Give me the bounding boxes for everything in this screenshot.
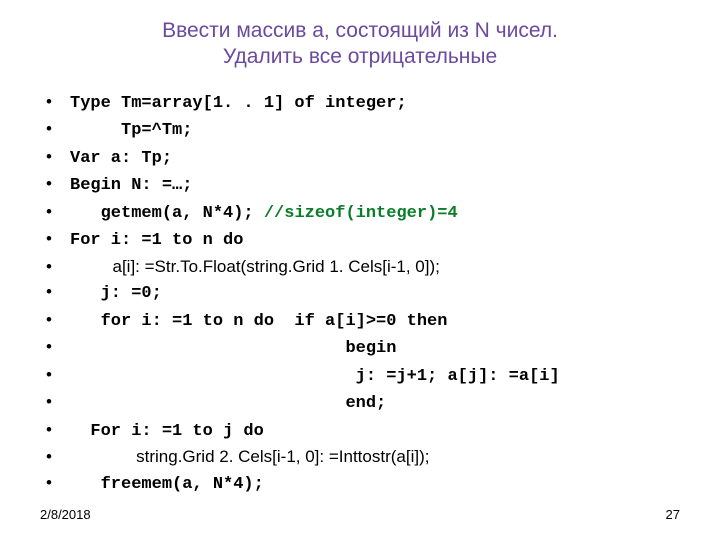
code-line: a[i]: =Str.To.Float(string.Grid 1. Cels[… [46, 254, 680, 280]
code-text: For i: =1 to j do [70, 422, 264, 441]
title-line-1: Ввести массив а, состоящий из N чисел. [162, 19, 558, 42]
code-line: Begin N: =…; [46, 171, 680, 199]
code-text: Type Tm=array[1. . 1] of integer; [70, 94, 407, 113]
slide-footer: 2/8/2018 27 [40, 507, 680, 522]
code-line: end; [46, 389, 680, 417]
code-comment: //sizeof(integer)=4 [264, 204, 458, 223]
code-line: begin [46, 334, 680, 362]
code-line: Type Tm=array[1. . 1] of integer; [46, 89, 680, 117]
code-text: begin [70, 339, 396, 358]
slide-title: Ввести массив а, состоящий из N чисел. У… [40, 18, 680, 71]
code-text: getmem(a, N*4); [70, 204, 264, 223]
title-line-2: Удалить все отрицательные [223, 45, 497, 68]
code-text: for i: =1 to n do if a[i]>=0 then [70, 312, 447, 331]
code-text: Tp=^Tm; [70, 121, 192, 140]
code-line: For i: =1 to n do [46, 226, 680, 254]
code-block: Type Tm=array[1. . 1] of integer; Tp=^Tm… [40, 89, 680, 498]
code-line: For i: =1 to j do [46, 417, 680, 445]
code-line: for i: =1 to n do if a[i]>=0 then [46, 307, 680, 335]
code-text: a[i]: =Str.To.Float(string.Grid 1. Cels[… [70, 257, 440, 276]
code-line: Tp=^Tm; [46, 116, 680, 144]
footer-date: 2/8/2018 [40, 507, 91, 522]
code-text: For i: =1 to n do [70, 231, 243, 250]
code-text: Var a: Tp; [70, 149, 172, 168]
code-text: end; [70, 394, 386, 413]
code-line: j: =j+1; a[j]: =a[i] [46, 362, 680, 390]
code-text: freemem(a, N*4); [70, 475, 264, 494]
code-line: string.Grid 2. Cels[i-1, 0]: =Inttostr(a… [46, 444, 680, 470]
code-text: j: =0; [70, 284, 162, 303]
code-line: freemem(a, N*4); [46, 470, 680, 498]
code-text: string.Grid 2. Cels[i-1, 0]: =Inttostr(a… [70, 447, 429, 466]
code-text: j: =j+1; a[j]: =a[i] [70, 367, 560, 386]
footer-page-number: 27 [666, 507, 680, 522]
code-line: Var a: Tp; [46, 144, 680, 172]
code-text: Begin N: =…; [70, 176, 192, 195]
code-line: getmem(a, N*4); //sizeof(integer)=4 [46, 199, 680, 227]
code-line: j: =0; [46, 279, 680, 307]
